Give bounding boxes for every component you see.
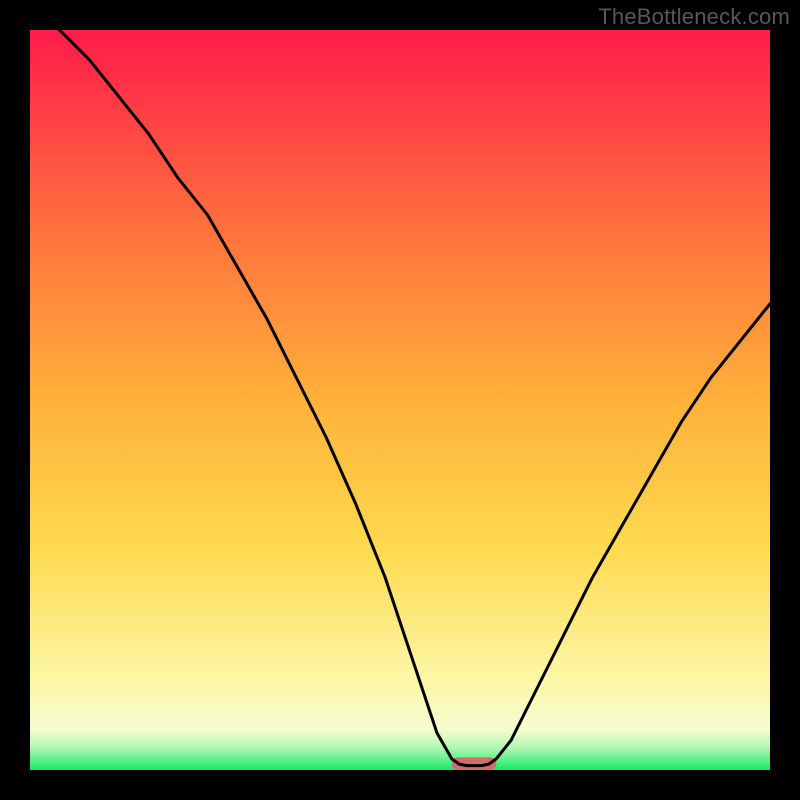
gradient-background: [30, 30, 770, 770]
bottleneck-plot: [0, 0, 800, 800]
watermark-label: TheBottleneck.com: [598, 4, 790, 30]
chart-frame: TheBottleneck.com: [0, 0, 800, 800]
